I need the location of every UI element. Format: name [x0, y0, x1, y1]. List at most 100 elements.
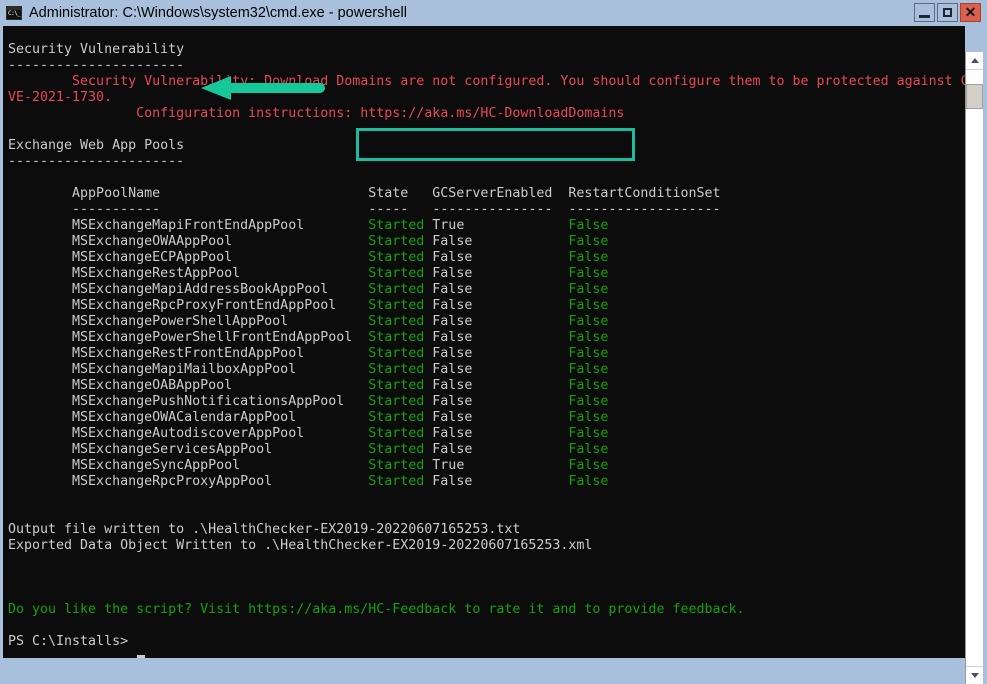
cell-apppoolname: MSExchangeMapiAddressBookAppPool [8, 282, 369, 297]
cell-apppoolname: MSExchangeOWACalendarAppPool [8, 410, 369, 425]
cell-state: Started [368, 442, 433, 457]
security-heading: Security Vulnerability [8, 42, 185, 57]
cell-restartconditionset: False [568, 314, 609, 329]
blank-3 [8, 490, 965, 506]
table-row: MSExchangeRpcProxyFrontEndAppPool Starte… [8, 298, 965, 314]
security-underline: ---------------------- [8, 58, 185, 73]
console-window: C:\_ Administrator: C:\Windows\system32\… [0, 0, 987, 684]
table-header-row: AppPoolName State GCServerEnabled Restar… [8, 186, 965, 202]
cell-restartconditionset: False [568, 346, 609, 361]
cell-gcserverenabled: False [432, 362, 569, 377]
blank-6 [8, 570, 965, 586]
close-icon: ✕ [964, 4, 977, 20]
cell-gcserverenabled: False [432, 394, 569, 409]
cell-apppoolname: MSExchangeRpcProxyAppPool [8, 474, 369, 489]
console-text: Security Vulnerability ------------------… [8, 42, 965, 650]
cell-restartconditionset: False [568, 426, 609, 441]
cell-apppoolname: MSExchangeRestAppPool [8, 266, 369, 281]
cell-apppoolname: MSExchangeServicesAppPool [8, 442, 369, 457]
apppools-heading: Exchange Web App Pools [8, 138, 185, 153]
cell-gcserverenabled: False [432, 282, 569, 297]
scroll-up-button[interactable] [966, 52, 983, 70]
output-file-line-1: Output file written to .\HealthChecker-E… [8, 522, 521, 537]
cell-gcserverenabled: False [432, 378, 569, 393]
table-header-labels: AppPoolName State GCServerEnabled Restar… [8, 186, 721, 201]
title-bar[interactable]: C:\_ Administrator: C:\Windows\system32\… [0, 0, 987, 26]
cell-restartconditionset: False [568, 234, 609, 249]
vertical-scrollbar[interactable] [965, 52, 983, 684]
scroll-down-button[interactable] [966, 666, 983, 684]
cell-state: Started [368, 362, 433, 377]
cell-state: Started [368, 266, 433, 281]
cell-gcserverenabled: False [432, 298, 569, 313]
maximize-icon [943, 8, 952, 17]
feedback-line: Do you like the script? Visit https://ak… [8, 602, 745, 617]
table-header-underline: ----------- ----- --------------- ------… [8, 202, 721, 217]
cell-gcserverenabled: False [432, 474, 569, 489]
cell-state: Started [368, 282, 433, 297]
cell-state: Started [368, 218, 433, 233]
cell-gcserverenabled: False [432, 346, 569, 361]
scrollbar-thumb[interactable] [966, 84, 983, 109]
close-button[interactable]: ✕ [960, 3, 981, 22]
cell-gcserverenabled: False [432, 314, 569, 329]
cell-apppoolname: MSExchangePowerShellFrontEndAppPool [8, 330, 369, 345]
download-domains-url: https://aka.ms/HC-DownloadDomains [360, 106, 625, 121]
cell-apppoolname: MSExchangeRestFrontEndAppPool [8, 346, 369, 361]
prompt-text: PS C:\Installs> [8, 634, 137, 649]
cell-state: Started [368, 426, 433, 441]
table-row: MSExchangeMapiMailboxAppPool Started Fal… [8, 362, 965, 378]
cell-restartconditionset: False [568, 298, 609, 313]
cell-state: Started [368, 394, 433, 409]
blank-8 [8, 618, 965, 634]
cell-apppoolname: MSExchangeRpcProxyFrontEndAppPool [8, 298, 369, 313]
cell-restartconditionset: False [568, 282, 609, 297]
cell-restartconditionset: False [568, 250, 609, 265]
console-output[interactable]: Security Vulnerability ------------------… [3, 26, 965, 658]
table-row: MSExchangeECPAppPool Started False False [8, 250, 965, 266]
cell-restartconditionset: False [568, 218, 609, 233]
cell-apppoolname: MSExchangeOWAAppPool [8, 234, 369, 249]
cell-state: Started [368, 346, 433, 361]
cell-state: Started [368, 458, 433, 473]
cell-state: Started [368, 314, 433, 329]
config-instructions-line: Configuration instructions: https://aka.… [8, 106, 625, 121]
cell-apppoolname: MSExchangeMapiFrontEndAppPool [8, 218, 369, 233]
cell-restartconditionset: False [568, 330, 609, 345]
cell-apppoolname: MSExchangeMapiMailboxAppPool [8, 362, 369, 377]
table-row: MSExchangePushNotificationsAppPool Start… [8, 394, 965, 410]
cell-state: Started [368, 474, 433, 489]
blank-7 [8, 586, 965, 602]
cell-state: Started [368, 330, 433, 345]
cell-apppoolname: MSExchangeECPAppPool [8, 250, 369, 265]
cell-apppoolname: MSExchangeAutodiscoverAppPool [8, 426, 369, 441]
console-icon: C:\_ [6, 6, 22, 20]
cell-restartconditionset: False [568, 410, 609, 425]
cell-gcserverenabled: True [432, 218, 569, 233]
cell-restartconditionset: False [568, 474, 609, 489]
scrollbar-track[interactable] [966, 69, 983, 667]
cell-gcserverenabled: False [432, 442, 569, 457]
security-message-wrap: VE-2021-1730. [8, 90, 113, 105]
cell-gcserverenabled: False [432, 426, 569, 441]
cell-state: Started [368, 410, 433, 425]
table-row: MSExchangeMapiAddressBookAppPool Started… [8, 282, 965, 298]
blank-4 [8, 506, 965, 522]
cell-gcserverenabled: False [432, 266, 569, 281]
table-row: MSExchangeRestFrontEndAppPool Started Fa… [8, 346, 965, 362]
security-message-line: Security Vulnerability: Download Domains… [8, 74, 965, 89]
blank-5 [8, 554, 965, 570]
cell-state: Started [368, 250, 433, 265]
minimize-button[interactable] [914, 3, 935, 22]
maximize-button[interactable] [937, 3, 958, 22]
chevron-up-icon [970, 58, 979, 63]
table-row: MSExchangePowerShellFrontEndAppPool Star… [8, 330, 965, 346]
cell-restartconditionset: False [568, 378, 609, 393]
cell-gcserverenabled: False [432, 330, 569, 345]
cell-gcserverenabled: True [432, 458, 569, 473]
cell-restartconditionset: False [568, 458, 609, 473]
cell-restartconditionset: False [568, 362, 609, 377]
blank-2 [8, 170, 965, 186]
cell-apppoolname: MSExchangeSyncAppPool [8, 458, 369, 473]
minimize-icon [919, 15, 930, 18]
